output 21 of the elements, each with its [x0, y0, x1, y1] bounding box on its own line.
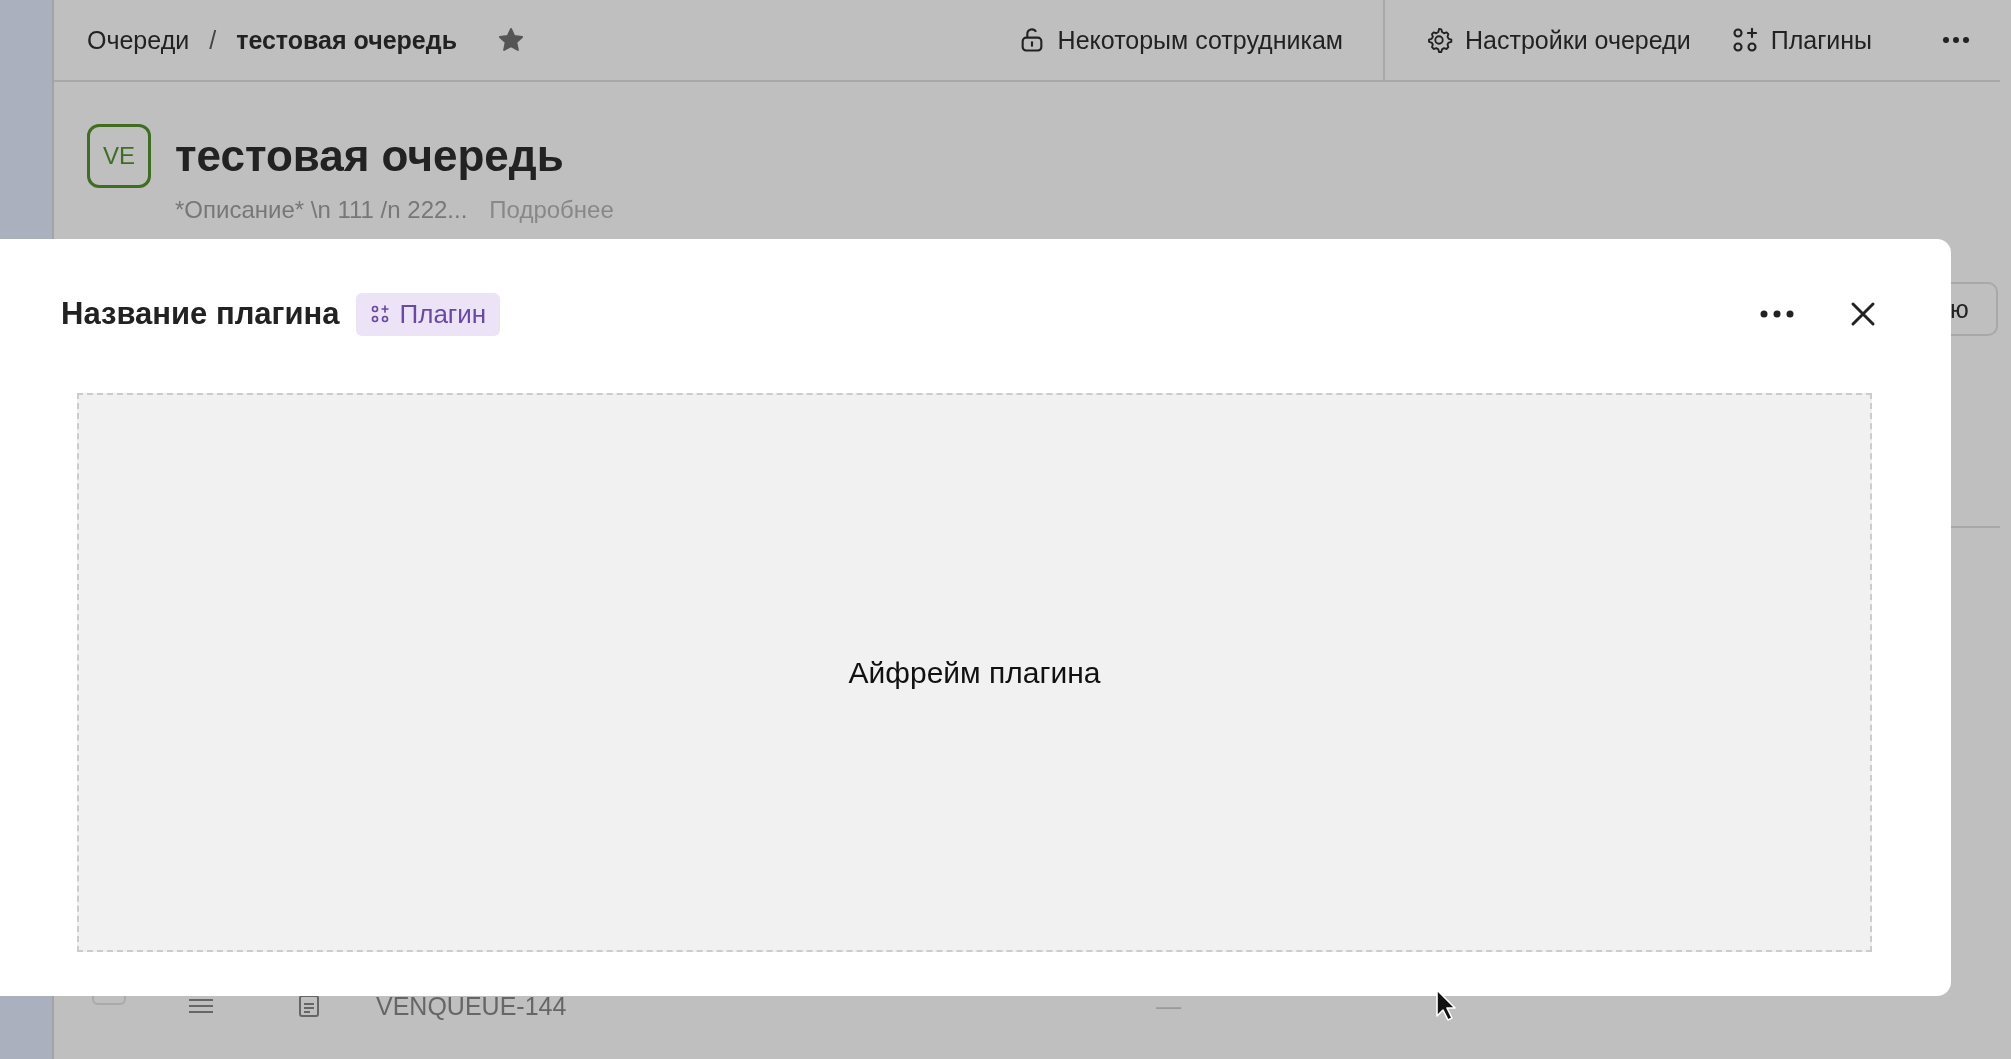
settings-icon — [1425, 26, 1454, 54]
more-icon — [1942, 36, 1970, 44]
document-icon — [298, 994, 320, 1018]
breadcrumb-separator: / — [209, 25, 217, 55]
breadcrumb-link[interactable]: Очереди — [87, 25, 190, 55]
more-icon — [1760, 310, 1794, 318]
iframe-placeholder-text: Айфрейм плагина — [848, 655, 1101, 690]
queue-title: тестовая очередь — [175, 130, 565, 182]
table-cell: — — [1156, 991, 1182, 1021]
settings-button[interactable]: Настройки очереди — [1405, 25, 1711, 55]
drag-handle-icon[interactable] — [188, 997, 214, 1015]
star-icon[interactable] — [497, 26, 525, 54]
tag-label: Плагин — [399, 298, 487, 330]
plugins-button[interactable]: Плагины — [1710, 25, 1892, 55]
queue-description: *Описание* \n 111 /n 222... — [175, 196, 468, 224]
plugins-icon — [369, 304, 390, 324]
breadcrumb-link[interactable]: тестовая очередь — [236, 25, 457, 55]
dialog-title: Название плагина — [61, 296, 340, 332]
queue-avatar: VE — [87, 124, 151, 188]
access-button[interactable]: Некоторым сотрудникам — [997, 25, 1364, 55]
close-icon — [1850, 301, 1876, 327]
